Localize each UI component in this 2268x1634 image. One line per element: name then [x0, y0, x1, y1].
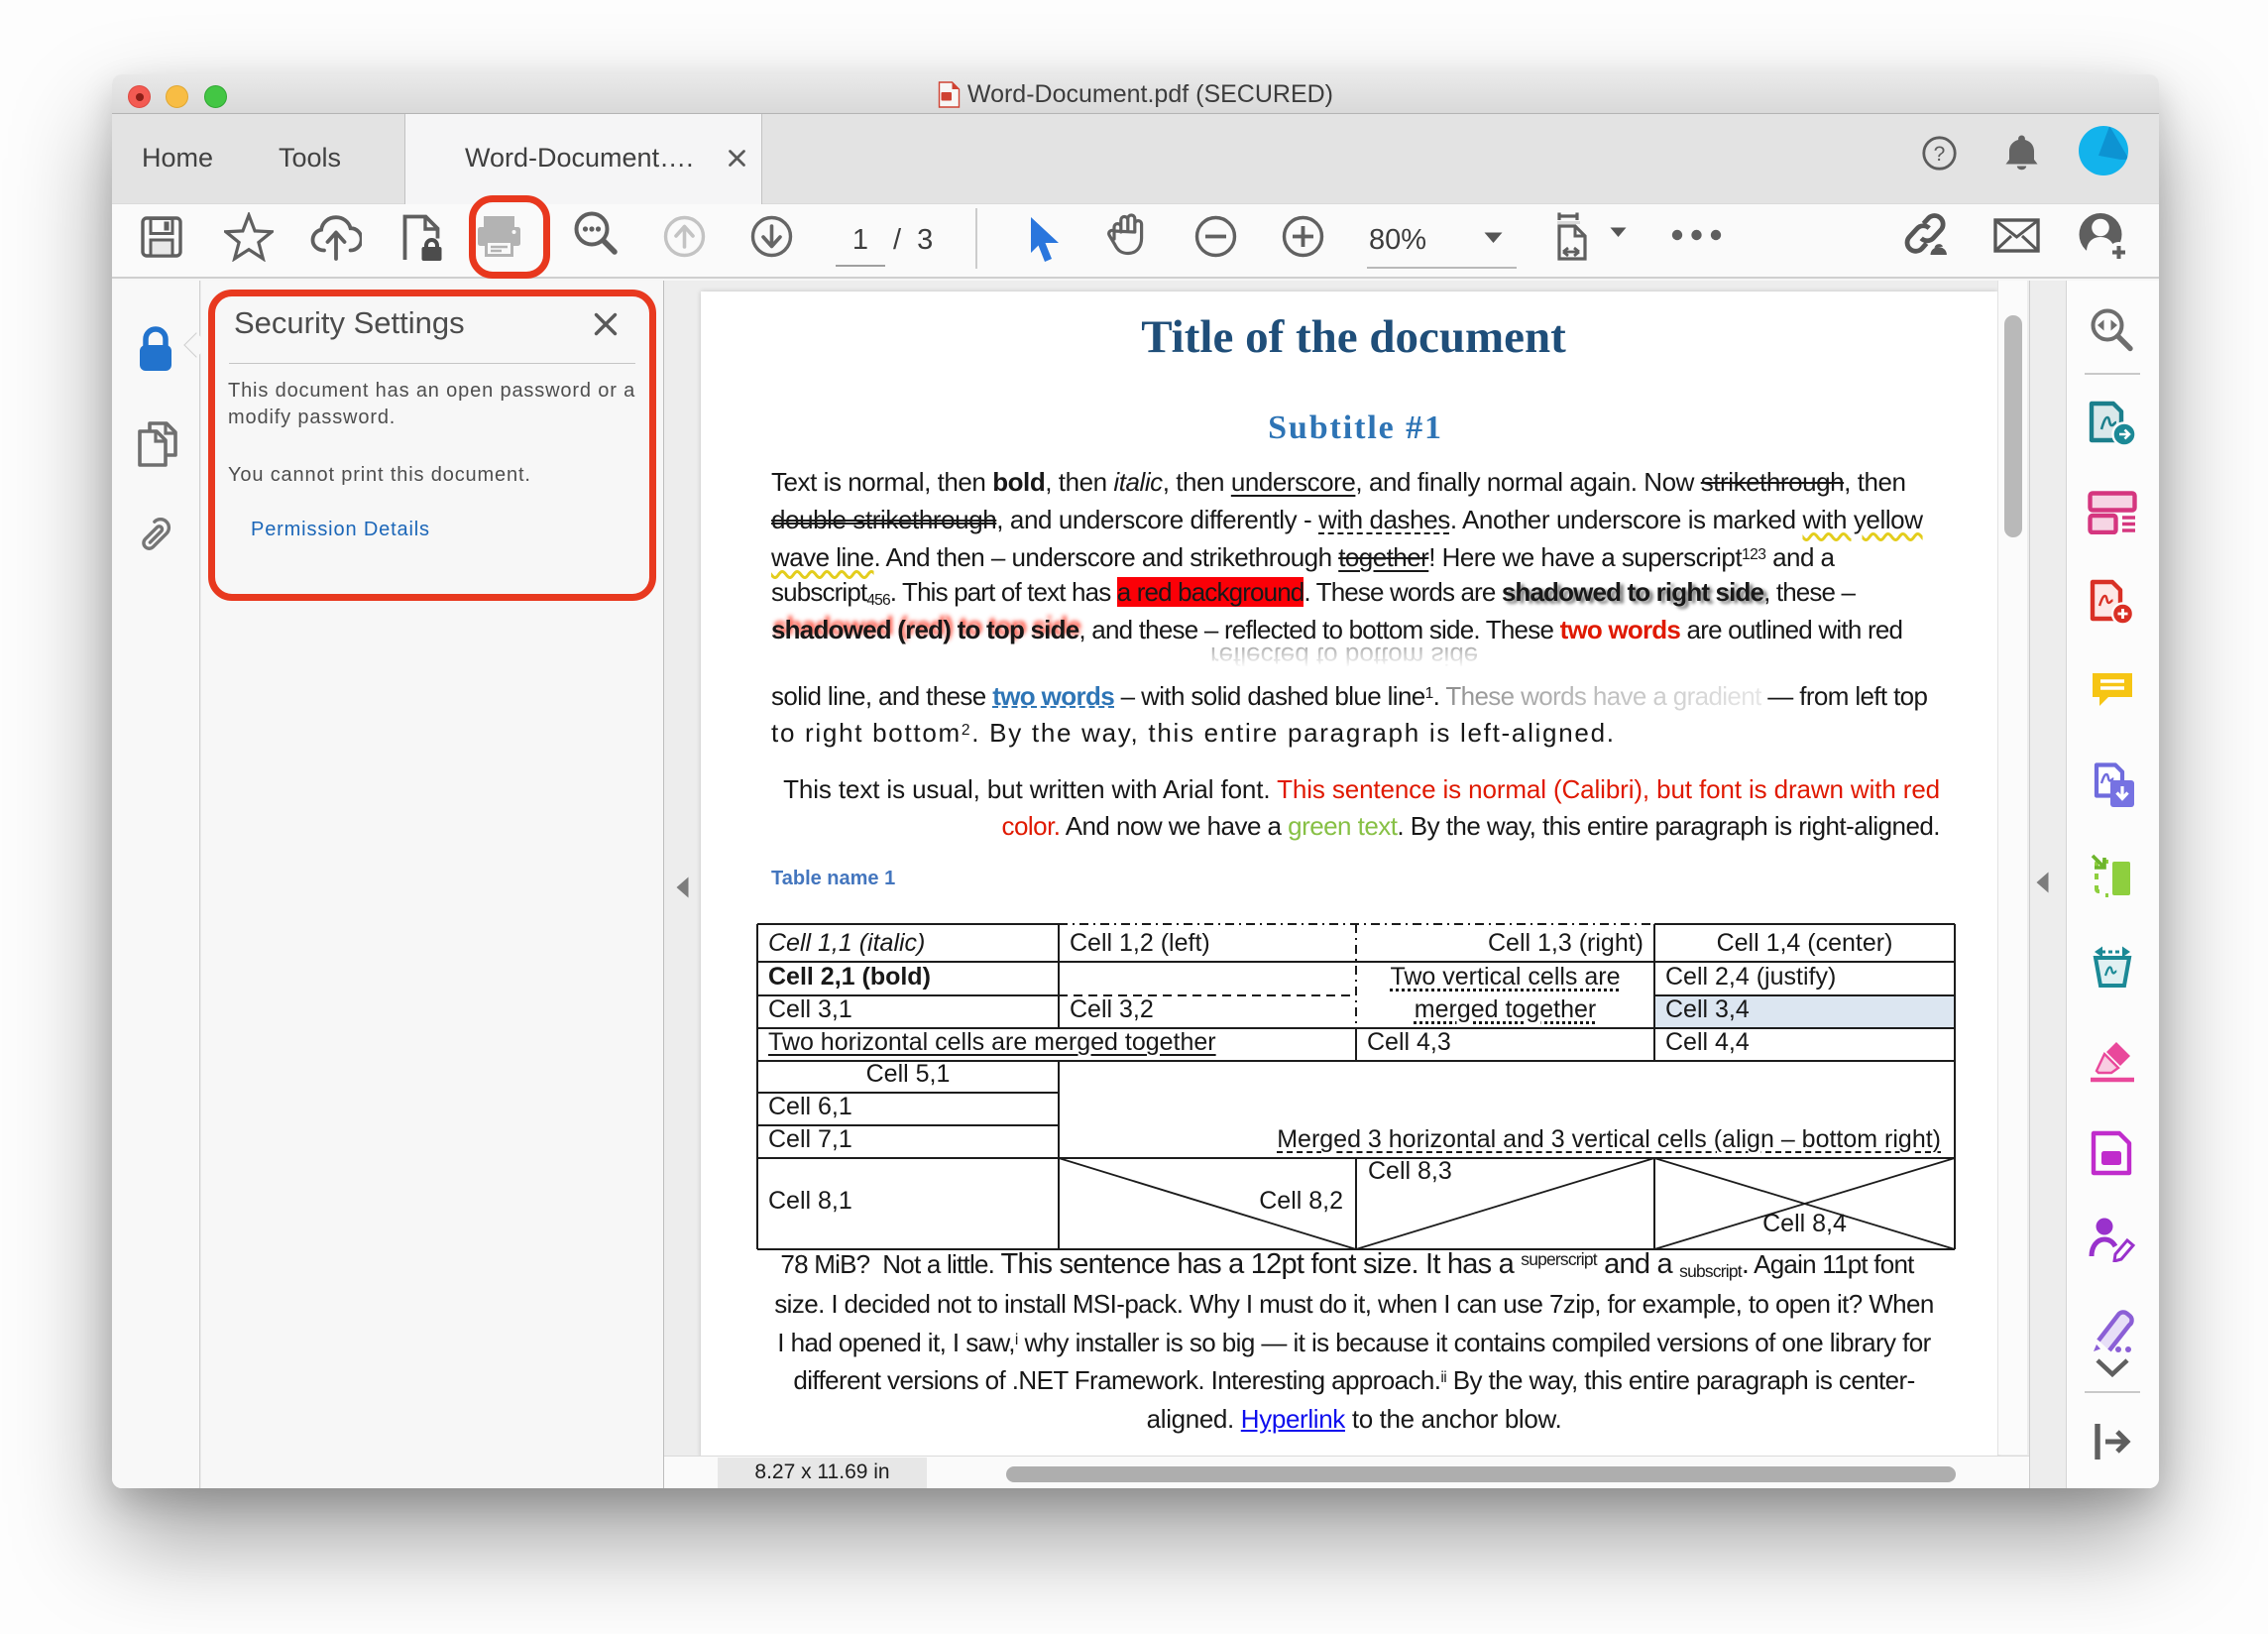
svg-text:?: ? — [1934, 143, 1946, 166]
